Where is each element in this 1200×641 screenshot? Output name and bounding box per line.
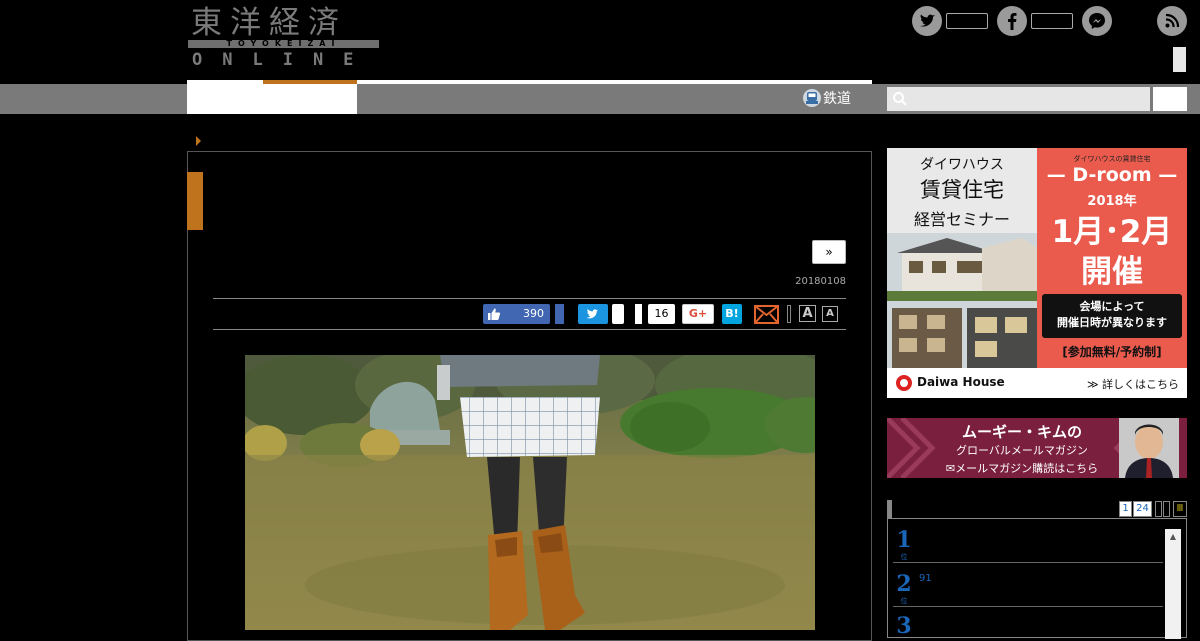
messenger-icon[interactable] [1082,6,1112,36]
ad-bottom-brand: Daiwa House [917,375,1005,389]
facebook-like-button[interactable]: 390 [483,304,550,324]
ad-bottom-bar: Daiwa House ≫ 詳しくはこちら [887,368,1187,398]
print-button[interactable] [787,305,791,323]
ad-note-1: 会場によって [1079,300,1145,313]
nav-tab-active[interactable] [263,84,357,114]
ranking-list [887,518,1187,638]
ad2-subtitle: グローバルメールマガジン [956,444,1088,457]
ranking-item-2-rank: 2 位 [894,572,914,606]
header-side-tab[interactable] [1173,47,1186,72]
thumbs-up-icon [488,308,501,320]
ranking-tab-b[interactable] [1163,501,1170,517]
rank-unit: 位 [900,553,908,561]
ad-right-notice: 会場によって 開催日時が異なります [1042,294,1182,338]
facebook-count [1031,13,1073,29]
ad-left-panel: ダイワハウス 賃貸住宅 経営セミナー [887,148,1037,368]
ranking-item-1-rank: 1 位 [894,528,914,562]
site-logo[interactable]: 東洋経済 TOYOKEIZAI ONLINE [188,6,380,70]
ranking-page-1[interactable]: 1 [1119,501,1132,517]
twitter-count [946,13,988,29]
nav-tab-home[interactable] [187,84,263,114]
ad2-title: ムーギー・キムの [961,423,1082,441]
ad-note-2: 開催日時が異なります [1057,316,1167,329]
ranking-header-marker [887,500,892,519]
sidebar-ad-mailmagazine[interactable]: ムーギー・キムの グローバルメールマガジン ✉メールマガジン購読はこちら [887,418,1187,478]
ad-left-line3: 経営セミナー [913,210,1010,229]
ranking-item-2-title[interactable]: 91 [919,573,932,584]
twitter-icon[interactable] [912,6,942,36]
nav-railway-link[interactable]: 鉄道 [823,89,851,109]
font-size-large-button[interactable]: A [799,305,816,322]
hatena-bookmark-button[interactable]: B! [722,304,742,324]
like-count: 390 [523,307,544,320]
ad-left-line2: 賃貸住宅 [920,178,1004,202]
facebook-icon[interactable] [997,6,1027,36]
pocket-count: 16 [648,304,675,324]
rank-number: 3 [896,613,912,639]
share-divider-top [213,298,846,299]
ad-left-line1: ダイワハウス [920,157,1004,173]
ranking-item-3-rank: 3 [894,614,914,638]
ad-right-brand: — D-room — [1046,164,1178,186]
ad-bottom-link[interactable]: ≫ 詳しくはこちら [1087,376,1179,392]
facebook-share-button[interactable] [555,304,564,324]
font-size-small-button[interactable]: A [822,306,838,322]
rank-number: 2 [896,571,912,597]
search-icon [893,92,907,106]
article-photo [245,355,815,630]
ranking-scrollbar[interactable] [1165,529,1181,639]
article-title-marker [187,172,203,230]
ranking-divider [893,606,1163,607]
search-input[interactable] [887,87,1150,111]
ad-right-panel: ダイワハウスの賃貸住宅 — D-room — 2018年 1月･2月 開催 会場… [1037,148,1187,368]
train-icon [803,89,821,107]
rss-icon[interactable] [1157,6,1187,36]
ad-right-dates: 1月･2月 [1051,214,1173,250]
ranking-divider [893,562,1163,563]
house-image [887,233,1037,368]
logo-kanji: 東洋経済 [191,5,347,41]
pocket-button[interactable] [635,304,642,324]
ranking-tab-a[interactable] [1155,501,1162,517]
breadcrumb-arrow-icon [196,136,201,146]
ad-brand-text: D-room [1072,164,1152,186]
logo-online: ONLINE [192,50,374,70]
ranking-page-24[interactable]: 24 [1133,501,1152,517]
ad-right-top: ダイワハウスの賃貸住宅 [1073,155,1151,163]
ranking-tab-c[interactable]: Ⅲ [1173,501,1187,517]
share-divider-bottom [213,329,846,330]
ad-right-event: 開催 [1081,254,1143,290]
search-button[interactable] [1153,87,1187,111]
article-date: 20180108 [795,276,846,287]
mail-icon[interactable] [754,305,779,324]
author-photo [1119,418,1179,478]
next-page-button[interactable]: » [812,240,846,264]
scroll-up-arrow-icon[interactable]: ▲ [1165,529,1181,545]
ad2-cta: ✉メールマガジン購読はこちら [945,462,1099,475]
google-plus-button[interactable]: G+ [682,304,714,324]
tweet-button[interactable] [578,304,608,324]
sidebar-ad-daiwa[interactable]: ダイワハウス 賃貸住宅 経営セミナー ダイワハウスの賃貸住宅 — D-room … [887,148,1187,398]
tweet-count [612,304,624,324]
logo-romaji: TOYOKEIZAI [188,40,379,48]
ad-right-free: [参加無料/予約制] [1062,345,1162,359]
rank-number: 1 [896,527,912,553]
rank-unit: 位 [900,597,908,605]
daiwa-logo-icon [896,375,912,391]
